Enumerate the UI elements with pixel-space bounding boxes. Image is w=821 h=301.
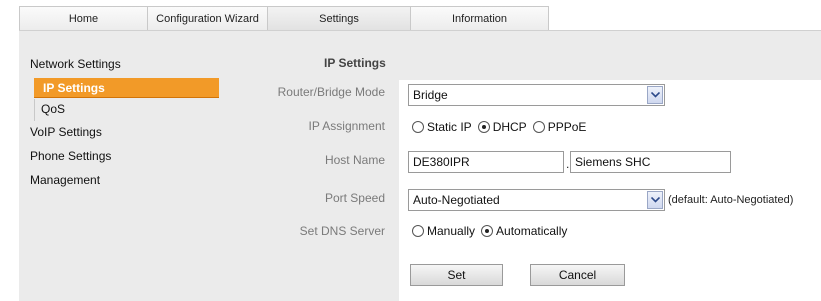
host-name-input[interactable]: DE380IPR (408, 151, 564, 173)
sidebar-item-voip-settings[interactable]: VoIP Settings (30, 125, 102, 139)
radio-label: Static IP (427, 120, 472, 134)
domain-name-input[interactable]: Siemens SHC (570, 151, 731, 173)
port-speed-default-hint: (default: Auto-Negotiated) (668, 194, 794, 206)
ip-assignment-radio-group: Static IP DHCP PPPoE (412, 120, 592, 134)
router-bridge-mode-label: Router/Bridge Mode (277, 85, 385, 99)
port-speed-label: Port Speed (324, 191, 385, 205)
radio-label: DHCP (492, 120, 527, 134)
port-speed-select[interactable]: Auto-Negotiated (408, 189, 665, 211)
tab-home[interactable]: Home (19, 6, 148, 30)
radio-label: Manually (427, 224, 476, 238)
sidebar-item-network-settings[interactable]: Network Settings (30, 57, 121, 71)
host-name-label: Host Name (324, 153, 385, 167)
sidebar-item-phone-settings[interactable]: Phone Settings (30, 149, 111, 163)
radio-circle-selected (481, 225, 494, 237)
port-speed-value: Auto-Negotiated (413, 193, 500, 207)
radio-label: Automatically (496, 224, 568, 238)
main-panel: Network Settings IP Settings QoS VoIP Se… (19, 30, 821, 301)
set-button[interactable]: Set (410, 264, 503, 286)
radio-circle (412, 121, 424, 133)
router-bridge-mode-select[interactable]: Bridge (408, 84, 665, 106)
radio-dhcp[interactable]: DHCP (477, 120, 527, 134)
sidebar-item-ip-settings[interactable]: IP Settings (34, 78, 219, 98)
radio-circle (532, 121, 545, 133)
page-title: IP Settings (324, 56, 386, 70)
tab-information[interactable]: Information (410, 6, 549, 30)
dns-server-label: Set DNS Server (299, 224, 385, 238)
radio-label: PPPoE (547, 120, 587, 134)
radio-automatically[interactable]: Automatically (481, 224, 567, 238)
cancel-button[interactable]: Cancel (530, 264, 625, 286)
radio-circle (412, 225, 424, 237)
radio-pppoe[interactable]: PPPoE (532, 120, 587, 134)
chevron-down-icon[interactable] (647, 86, 663, 104)
sidebar-item-label: IP Settings (43, 81, 105, 95)
router-bridge-mode-value: Bridge (413, 88, 448, 102)
dns-server-radio-group: Manually Automatically (412, 224, 573, 238)
sidebar-item-management[interactable]: Management (30, 173, 100, 187)
chevron-down-icon[interactable] (647, 191, 663, 209)
radio-static-ip[interactable]: Static IP (412, 120, 472, 134)
radio-manually[interactable]: Manually (412, 224, 475, 238)
tab-settings[interactable]: Settings (267, 6, 411, 30)
host-name-separator: . (566, 157, 570, 171)
ip-assignment-label: IP Assignment (308, 119, 386, 133)
tab-bar: Home Configuration Wizard Settings Infor… (19, 6, 549, 30)
radio-circle-selected (477, 121, 490, 133)
sidebar-item-qos[interactable]: QoS (41, 102, 65, 116)
tab-configuration-wizard[interactable]: Configuration Wizard (147, 6, 268, 30)
